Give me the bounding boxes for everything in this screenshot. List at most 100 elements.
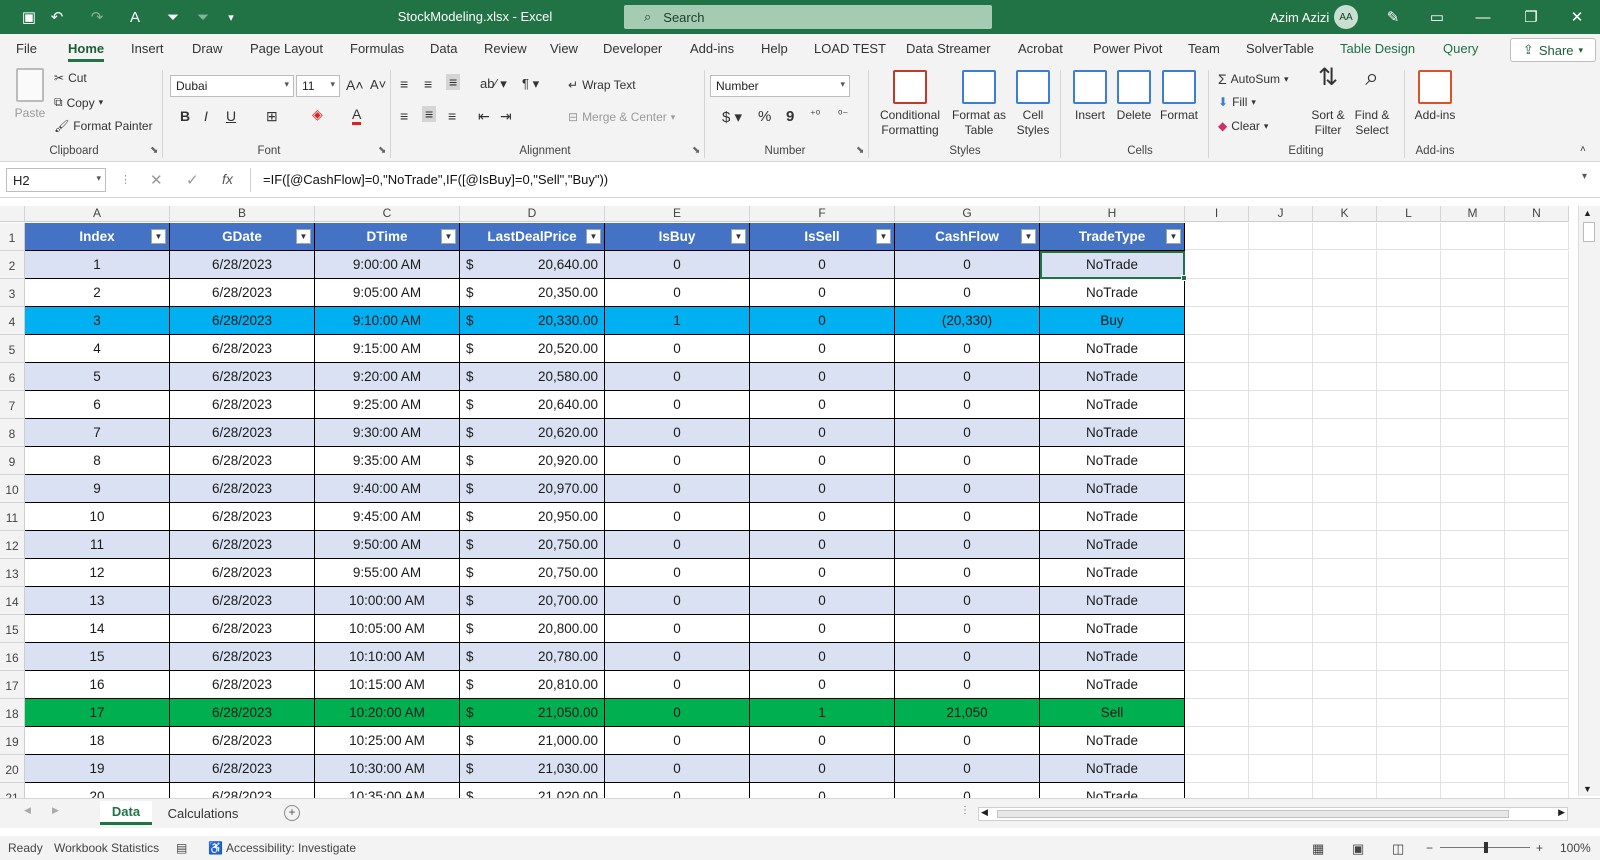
- table-cell-gdate[interactable]: 6/28/2023: [170, 279, 315, 307]
- empty-cell[interactable]: [1313, 307, 1377, 335]
- scroll-up-icon[interactable]: ▲: [1583, 208, 1592, 218]
- column-header-d[interactable]: D: [460, 206, 605, 222]
- currency-icon[interactable]: $ ▾: [722, 108, 742, 126]
- horizontal-scroll-thumb[interactable]: [997, 810, 1509, 818]
- table-cell-dtime[interactable]: 10:20:00 AM: [315, 699, 460, 727]
- table-cell-index[interactable]: 16: [25, 671, 170, 699]
- empty-cell[interactable]: [1377, 363, 1441, 391]
- table-cell-issell[interactable]: 0: [750, 587, 895, 615]
- pen-icon[interactable]: ✎: [1384, 8, 1402, 26]
- empty-cell[interactable]: [1441, 251, 1505, 279]
- empty-cell[interactable]: [1249, 643, 1313, 671]
- table-cell-cashflow[interactable]: 0: [895, 727, 1040, 755]
- table-cell-gdate[interactable]: 6/28/2023: [170, 559, 315, 587]
- table-cell-gdate[interactable]: 6/28/2023: [170, 419, 315, 447]
- table-cell-gdate[interactable]: 6/28/2023: [170, 531, 315, 559]
- tab-query[interactable]: Query: [1443, 41, 1478, 56]
- increase-indent-icon[interactable]: ⇥: [500, 108, 512, 125]
- empty-cell[interactable]: [1185, 335, 1249, 363]
- dialog-launcher-icon[interactable]: ⬊: [692, 145, 700, 156]
- row-header[interactable]: 6: [0, 363, 25, 391]
- table-cell-index[interactable]: 7: [25, 419, 170, 447]
- table-cell-dtime[interactable]: 10:25:00 AM: [315, 727, 460, 755]
- table-cell-cashflow[interactable]: 0: [895, 531, 1040, 559]
- table-cell-lastdealprice[interactable]: $20,350.00: [460, 279, 605, 307]
- table-cell-dtime[interactable]: 10:05:00 AM: [315, 615, 460, 643]
- tab-formulas[interactable]: Formulas: [350, 41, 404, 56]
- empty-cell[interactable]: [1185, 223, 1249, 250]
- table-cell-lastdealprice[interactable]: $20,810.00: [460, 671, 605, 699]
- align-top-icon[interactable]: ≡: [400, 76, 408, 92]
- empty-cell[interactable]: [1313, 251, 1377, 279]
- table-cell-dtime[interactable]: 10:10:00 AM: [315, 643, 460, 671]
- table-cell-tradetype[interactable]: NoTrade: [1040, 755, 1185, 783]
- workbook-statistics-button[interactable]: Workbook Statistics: [54, 841, 159, 855]
- empty-cell[interactable]: [1441, 559, 1505, 587]
- empty-cell[interactable]: [1249, 307, 1313, 335]
- table-cell-lastdealprice[interactable]: $20,330.00: [460, 307, 605, 335]
- empty-cell[interactable]: [1505, 587, 1569, 615]
- fill-button[interactable]: ⬇ Fill ▾: [1218, 95, 1256, 109]
- empty-cell[interactable]: [1185, 363, 1249, 391]
- empty-cell[interactable]: [1313, 755, 1377, 783]
- table-cell-lastdealprice[interactable]: $20,780.00: [460, 643, 605, 671]
- table-cell-issell[interactable]: 0: [750, 727, 895, 755]
- table-cell-tradetype[interactable]: NoTrade: [1040, 503, 1185, 531]
- tab-insert[interactable]: Insert: [131, 41, 164, 56]
- empty-cell[interactable]: [1313, 335, 1377, 363]
- table-cell-cashflow[interactable]: 0: [895, 643, 1040, 671]
- empty-cell[interactable]: [1441, 391, 1505, 419]
- merge-center-button[interactable]: ⊟ Merge & Center ▾: [568, 110, 675, 124]
- empty-cell[interactable]: [1441, 447, 1505, 475]
- cut-button[interactable]: ✂ Cut: [54, 71, 87, 85]
- empty-cell[interactable]: [1505, 727, 1569, 755]
- sort-filter-button[interactable]: ⇅ Sort & Filter: [1308, 66, 1348, 138]
- table-cell-index[interactable]: 6: [25, 391, 170, 419]
- tab-solvertable[interactable]: SolverTable: [1246, 41, 1314, 56]
- table-cell-lastdealprice[interactable]: $20,640.00: [460, 391, 605, 419]
- font-name-select[interactable]: Dubai ▾: [170, 75, 294, 97]
- table-cell-index[interactable]: 11: [25, 531, 170, 559]
- column-header-n[interactable]: N: [1505, 206, 1569, 222]
- fill-handle[interactable]: [1181, 275, 1187, 281]
- empty-cell[interactable]: [1377, 251, 1441, 279]
- empty-cell[interactable]: [1377, 727, 1441, 755]
- table-cell-tradetype[interactable]: NoTrade: [1040, 727, 1185, 755]
- table-cell-index[interactable]: 18: [25, 727, 170, 755]
- table-cell-cashflow[interactable]: 0: [895, 587, 1040, 615]
- wrap-text-button[interactable]: ↵ Wrap Text: [568, 78, 636, 92]
- table-cell-lastdealprice[interactable]: $20,580.00: [460, 363, 605, 391]
- table-cell-issell[interactable]: 0: [750, 475, 895, 503]
- column-header-i[interactable]: I: [1185, 206, 1249, 222]
- table-cell-issell[interactable]: 0: [750, 671, 895, 699]
- undo-icon[interactable]: ↶: [48, 8, 66, 26]
- table-header-tradetype[interactable]: TradeType ▼: [1040, 223, 1185, 251]
- dialog-launcher-icon[interactable]: ⬊: [856, 145, 864, 156]
- table-cell-gdate[interactable]: 6/28/2023: [170, 503, 315, 531]
- insert-function-icon[interactable]: fx: [222, 171, 233, 187]
- expand-formula-icon[interactable]: ▾: [1582, 171, 1587, 182]
- empty-cell[interactable]: [1441, 419, 1505, 447]
- table-cell-index[interactable]: 9: [25, 475, 170, 503]
- table-cell-index[interactable]: 10: [25, 503, 170, 531]
- autosum-button[interactable]: Σ AutoSum ▾: [1218, 71, 1289, 87]
- empty-cell[interactable]: [1185, 391, 1249, 419]
- dialog-launcher-icon[interactable]: ⬊: [150, 145, 158, 156]
- table-cell-issell[interactable]: 0: [750, 279, 895, 307]
- fill-color-icon[interactable]: ◈: [312, 106, 323, 123]
- find-select-button[interactable]: ⌕ Find & Select: [1350, 66, 1394, 138]
- align-right-icon[interactable]: ≡: [448, 108, 456, 124]
- add-ins-button[interactable]: Add-ins: [1410, 70, 1460, 123]
- table-cell-tradetype[interactable]: NoTrade: [1040, 391, 1185, 419]
- tab-page-layout[interactable]: Page Layout: [250, 41, 323, 56]
- table-cell-index[interactable]: 14: [25, 615, 170, 643]
- empty-cell[interactable]: [1313, 643, 1377, 671]
- scroll-left-icon[interactable]: ◀: [981, 807, 988, 818]
- column-header-b[interactable]: B: [170, 206, 315, 222]
- minimize-icon[interactable]: —: [1460, 0, 1506, 34]
- empty-cell[interactable]: [1377, 335, 1441, 363]
- empty-cell[interactable]: [1185, 643, 1249, 671]
- empty-cell[interactable]: [1185, 727, 1249, 755]
- decrease-font-icon[interactable]: A˅: [370, 77, 386, 92]
- table-cell-isbuy[interactable]: 0: [605, 699, 750, 727]
